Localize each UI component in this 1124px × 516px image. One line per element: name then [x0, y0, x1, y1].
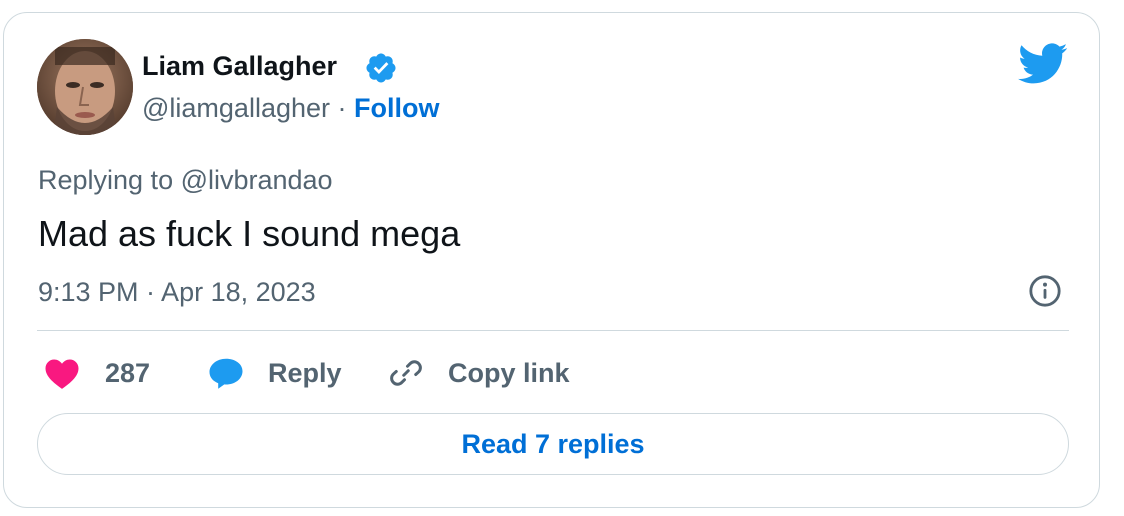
copy-link-label: Copy link [448, 358, 570, 388]
tweet-card: Liam Gallagher @liamgallagher · Follow R… [3, 12, 1100, 508]
divider [37, 330, 1069, 331]
heart-icon [45, 359, 79, 389]
verified-badge-icon [366, 53, 396, 83]
handle-separator: · [337, 93, 347, 123]
avatar[interactable] [37, 39, 133, 135]
like-count: 287 [105, 358, 151, 388]
tweet-text: Mad as fuck I sound mega [38, 213, 461, 254]
reply-button[interactable]: Reply [208, 355, 342, 391]
avatar-photo [37, 39, 133, 135]
tweet-timestamp[interactable]: 9:13 PM · Apr 18, 2023 [38, 275, 316, 309]
author-handle-line: @liamgallagher · Follow [142, 91, 440, 125]
twitter-bird-icon[interactable] [1018, 42, 1068, 86]
replying-to: Replying to @livbrandao [38, 165, 333, 195]
read-replies-button[interactable]: Read 7 replies [37, 413, 1069, 475]
info-icon[interactable] [1028, 274, 1062, 308]
author-handle[interactable]: @liamgallagher [142, 93, 330, 123]
link-icon [390, 360, 422, 386]
like-button[interactable]: 287 [44, 355, 150, 391]
copy-link-button[interactable]: Copy link [388, 355, 570, 391]
reply-label: Reply [268, 358, 342, 388]
speech-bubble-icon [209, 358, 243, 389]
follow-link[interactable]: Follow [354, 93, 439, 123]
author-display-name[interactable]: Liam Gallagher [142, 49, 337, 83]
